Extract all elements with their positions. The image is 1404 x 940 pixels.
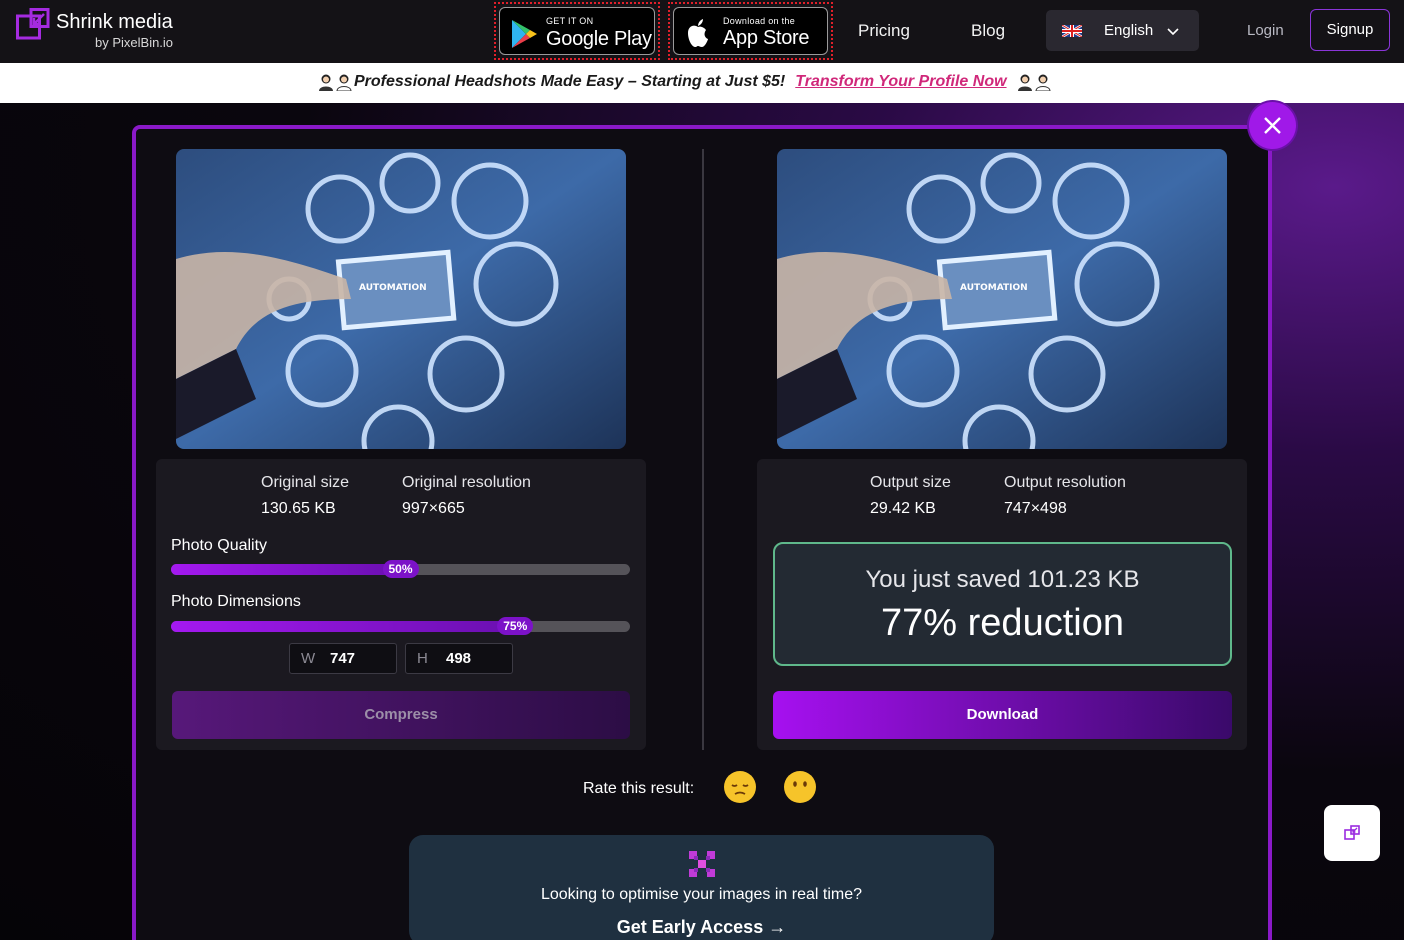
quality-slider-fill (171, 564, 401, 575)
top-navbar: Shrink media by PixelBin.io GET IT ON Go… (0, 0, 1404, 63)
image-caption: AUTOMATION (359, 283, 427, 293)
quality-slider-thumb[interactable]: 50% (382, 560, 419, 578)
saved-prefix: You just saved (865, 566, 1021, 593)
close-button[interactable] (1249, 102, 1296, 149)
language-selector[interactable]: English (1046, 10, 1199, 51)
quality-slider[interactable]: 50% (171, 560, 630, 578)
google-play-small: GET IT ON (546, 16, 594, 26)
original-resolution-value: 997×665 (402, 500, 465, 517)
person-icon (336, 74, 352, 91)
original-panel: Original size 130.65 KB Original resolut… (156, 459, 646, 750)
original-resolution-label: Original resolution (402, 474, 531, 491)
width-input-value: 747 (330, 650, 356, 667)
logo-title: Shrink media (56, 11, 173, 33)
nav-blog[interactable]: Blog (971, 21, 1005, 41)
image-caption: AUTOMATION (960, 283, 1028, 293)
neutral-face-icon[interactable] (783, 770, 817, 804)
rate-label: Rate this result: (583, 780, 695, 797)
google-play-button[interactable]: GET IT ON Google Play (494, 2, 660, 60)
original-image: AUTOMATION (176, 149, 626, 449)
promo-link[interactable]: Transform Your Profile Now (795, 73, 1006, 90)
login-link[interactable]: Login (1247, 22, 1284, 39)
early-access-link[interactable]: Get Early Access → (409, 917, 994, 938)
output-size-value: 29.42 KB (870, 500, 936, 517)
language-label: English (1104, 22, 1154, 39)
download-button[interactable]: Download (773, 691, 1232, 739)
person-icon (1035, 74, 1051, 91)
reduction-text: 77% reduction (881, 602, 1124, 644)
width-input-prefix: W (301, 650, 316, 667)
dimensions-label: Photo Dimensions (171, 593, 301, 610)
google-play-big: Google Play (546, 28, 652, 50)
early-access-text: Looking to optimise your images in real … (540, 886, 863, 903)
early-access-card: Looking to optimise your images in real … (409, 835, 994, 940)
nav-pricing[interactable]: Pricing (858, 21, 910, 41)
uk-flag-icon (1062, 25, 1082, 37)
app-store-big: App Store (723, 27, 810, 49)
quality-label: Photo Quality (171, 537, 268, 554)
original-size-value: 130.65 KB (261, 500, 336, 517)
width-input[interactable]: W 747 (289, 643, 397, 674)
output-size-label: Output size (870, 474, 951, 491)
person-icon (1018, 74, 1032, 91)
savings-summary: You just saved 101.23 KB 77% reduction (773, 542, 1232, 666)
app-store-button[interactable]: Download on the App Store (668, 2, 833, 60)
saved-text: You just saved 101.23 KB (775, 566, 1230, 594)
original-size-label: Original size (261, 474, 350, 491)
floating-widget-button[interactable] (1324, 805, 1380, 861)
app-store-small: Download on the (723, 16, 796, 26)
pixelbin-icon (689, 851, 715, 877)
height-input-value: 498 (446, 650, 472, 667)
person-icon (319, 74, 333, 91)
height-input-prefix: H (417, 650, 428, 667)
dimensions-slider[interactable]: 75% (171, 617, 630, 635)
google-play-icon (512, 20, 537, 48)
saved-value: 101.23 KB (1027, 566, 1140, 593)
promo-banner: Professional Headshots Made Easy – Start… (0, 63, 1404, 103)
dimensions-slider-fill (171, 621, 516, 632)
output-panel: Output size 29.42 KB Output resolution 7… (757, 459, 1247, 750)
output-image: AUTOMATION (777, 149, 1227, 449)
output-resolution-label: Output resolution (1004, 474, 1126, 491)
promo-text: Professional Headshots Made Easy – Start… (354, 73, 786, 90)
compress-button[interactable]: Compress (172, 691, 630, 739)
close-icon (1264, 117, 1281, 134)
dimensions-slider-thumb[interactable]: 75% (497, 617, 534, 635)
logo-subtitle: by PixelBin.io (95, 35, 174, 50)
apple-icon (688, 19, 708, 47)
height-input[interactable]: H 498 (405, 643, 513, 674)
signup-button[interactable]: Signup (1310, 9, 1390, 51)
logo-icon (16, 8, 50, 40)
chevron-down-icon (1167, 28, 1179, 36)
shrink-icon (1344, 825, 1360, 840)
output-resolution-value: 747×498 (1004, 500, 1067, 517)
shrink-media-logo[interactable]: Shrink media by PixelBin.io (16, 8, 186, 54)
sad-face-icon[interactable] (723, 770, 757, 804)
column-divider (702, 149, 704, 750)
